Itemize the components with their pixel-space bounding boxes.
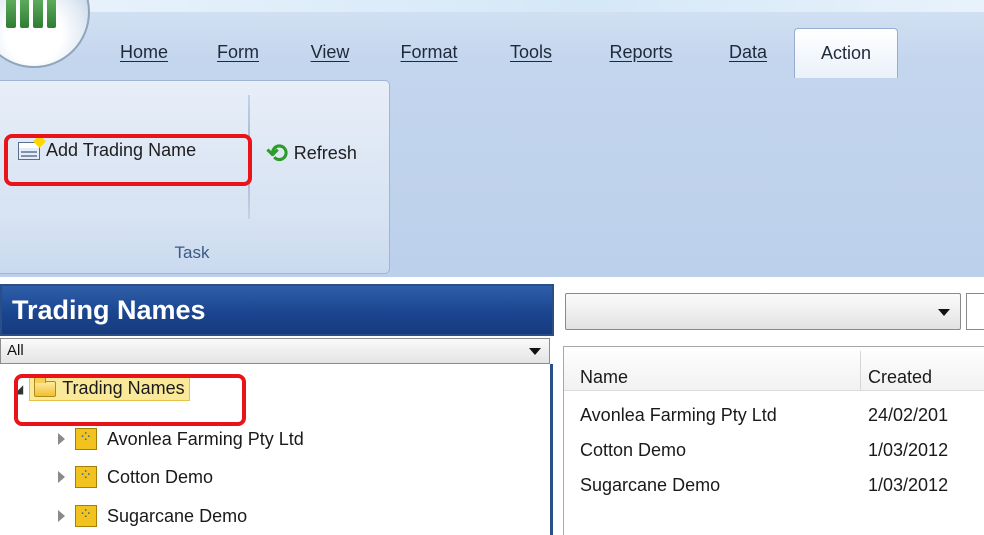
refresh-label: Refresh: [293, 142, 357, 163]
filter-dropdown[interactable]: All: [0, 338, 550, 364]
ribbon-tabs: Home Form View Format Tools Reports Data…: [96, 28, 898, 78]
pane-header: Trading Names: [0, 284, 554, 336]
refresh-button[interactable]: ⟲ Refresh: [266, 140, 357, 166]
farm-icon: [75, 465, 97, 488]
row-created: 24/02/201: [868, 405, 949, 425]
tab-form[interactable]: Form: [192, 28, 284, 76]
tree-item[interactable]: Sugarcane Demo: [58, 504, 248, 527]
dropdown-arrow-icon[interactable]: [938, 309, 950, 316]
view-dropdown[interactable]: [565, 293, 961, 330]
tree-root-label: Trading Names: [62, 378, 185, 398]
app-logo-bars: [6, 0, 56, 28]
list-header: Name Created: [564, 347, 984, 391]
refresh-icon: ⟲: [266, 138, 288, 168]
title-bar: [0, 0, 984, 12]
trading-names-tree: ◢ Trading Names Avonlea Farming Pty Ltd …: [0, 366, 548, 535]
tree-collapse-icon[interactable]: ◢: [14, 382, 23, 396]
tree-root[interactable]: ◢ Trading Names: [14, 376, 190, 401]
add-trading-name-button[interactable]: Add Trading Name: [18, 140, 196, 161]
farm-icon: [75, 504, 97, 527]
filter-value: All: [7, 342, 24, 359]
tab-tools[interactable]: Tools: [482, 28, 580, 76]
tab-view[interactable]: View: [284, 28, 376, 76]
pane-title: Trading Names: [12, 295, 206, 325]
tree-item[interactable]: Cotton Demo: [58, 465, 214, 488]
row-created: 1/03/2012: [868, 440, 949, 460]
group-separator: [248, 95, 250, 219]
add-trading-name-icon: [18, 141, 40, 160]
list-row[interactable]: Cotton Demo 1/03/2012: [564, 438, 984, 466]
folder-icon: [34, 376, 57, 397]
row-name: Avonlea Farming Pty Ltd: [580, 405, 777, 425]
column-divider[interactable]: [860, 351, 861, 391]
row-name: Sugarcane Demo: [580, 475, 721, 495]
tab-reports[interactable]: Reports: [580, 28, 702, 76]
tree-item-label: Avonlea Farming Pty Ltd: [107, 428, 304, 449]
row-name: Cotton Demo: [580, 440, 687, 460]
tree-root-node[interactable]: Trading Names: [29, 376, 190, 401]
tab-home[interactable]: Home: [96, 28, 192, 76]
list-row[interactable]: Sugarcane Demo 1/03/2012: [564, 473, 984, 501]
tab-data[interactable]: Data: [702, 28, 794, 76]
tree-item[interactable]: Avonlea Farming Pty Ltd: [58, 427, 304, 450]
tree-expander-icon[interactable]: [58, 471, 65, 483]
tree-expander-icon[interactable]: [58, 433, 65, 445]
tree-expander-icon[interactable]: [58, 510, 65, 522]
trading-names-pane: Trading Names All ◢ Trading Names Avonle…: [0, 284, 554, 535]
trading-names-list: Name Created Avonlea Farming Pty Ltd 24/…: [563, 346, 984, 535]
pane-divider: [550, 364, 553, 535]
row-created: 1/03/2012: [868, 475, 949, 495]
tree-item-label: Sugarcane Demo: [107, 505, 248, 526]
tree-item-label: Cotton Demo: [107, 466, 214, 487]
add-trading-name-label: Add Trading Name: [46, 140, 197, 160]
tab-action[interactable]: Action: [794, 28, 898, 78]
dropdown-arrow-icon[interactable]: [529, 348, 541, 355]
column-header-created[interactable]: Created: [868, 367, 932, 388]
task-group: Task: [0, 80, 390, 274]
list-row[interactable]: Avonlea Farming Pty Ltd 24/02/201: [564, 403, 984, 431]
column-header-name[interactable]: Name: [580, 367, 628, 388]
tab-format[interactable]: Format: [376, 28, 482, 76]
search-input[interactable]: [966, 293, 984, 330]
task-group-label: Task: [174, 243, 210, 262]
farm-icon: [75, 427, 97, 450]
